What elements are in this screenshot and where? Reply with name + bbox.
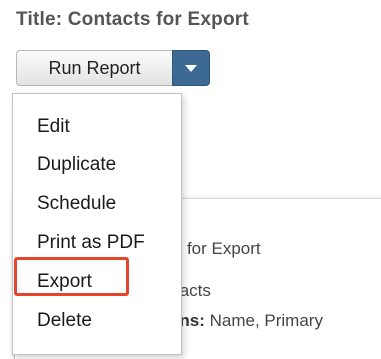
report-name-text: ts for Export xyxy=(169,239,261,258)
columns-value: Name, Primary xyxy=(204,311,323,330)
run-report-button-group: Run Report xyxy=(16,50,210,86)
report-title: Title: Contacts for Export xyxy=(16,9,249,30)
menu-item-print-as-pdf[interactable]: Print as PDF xyxy=(37,232,145,254)
report-columns-text: nns: Name, Primary xyxy=(169,311,323,331)
menu-item-edit[interactable]: Edit xyxy=(37,116,70,138)
menu-item-duplicate[interactable]: Duplicate xyxy=(37,154,116,176)
run-report-button[interactable]: Run Report xyxy=(16,50,172,86)
chevron-down-icon xyxy=(185,64,197,72)
menu-item-schedule[interactable]: Schedule xyxy=(37,193,116,215)
export-highlight-box xyxy=(14,257,129,296)
menu-item-delete[interactable]: Delete xyxy=(37,310,92,332)
run-report-dropdown-toggle[interactable] xyxy=(172,50,210,86)
actions-dropdown-menu: Edit Duplicate Schedule Print as PDF Exp… xyxy=(12,93,182,355)
